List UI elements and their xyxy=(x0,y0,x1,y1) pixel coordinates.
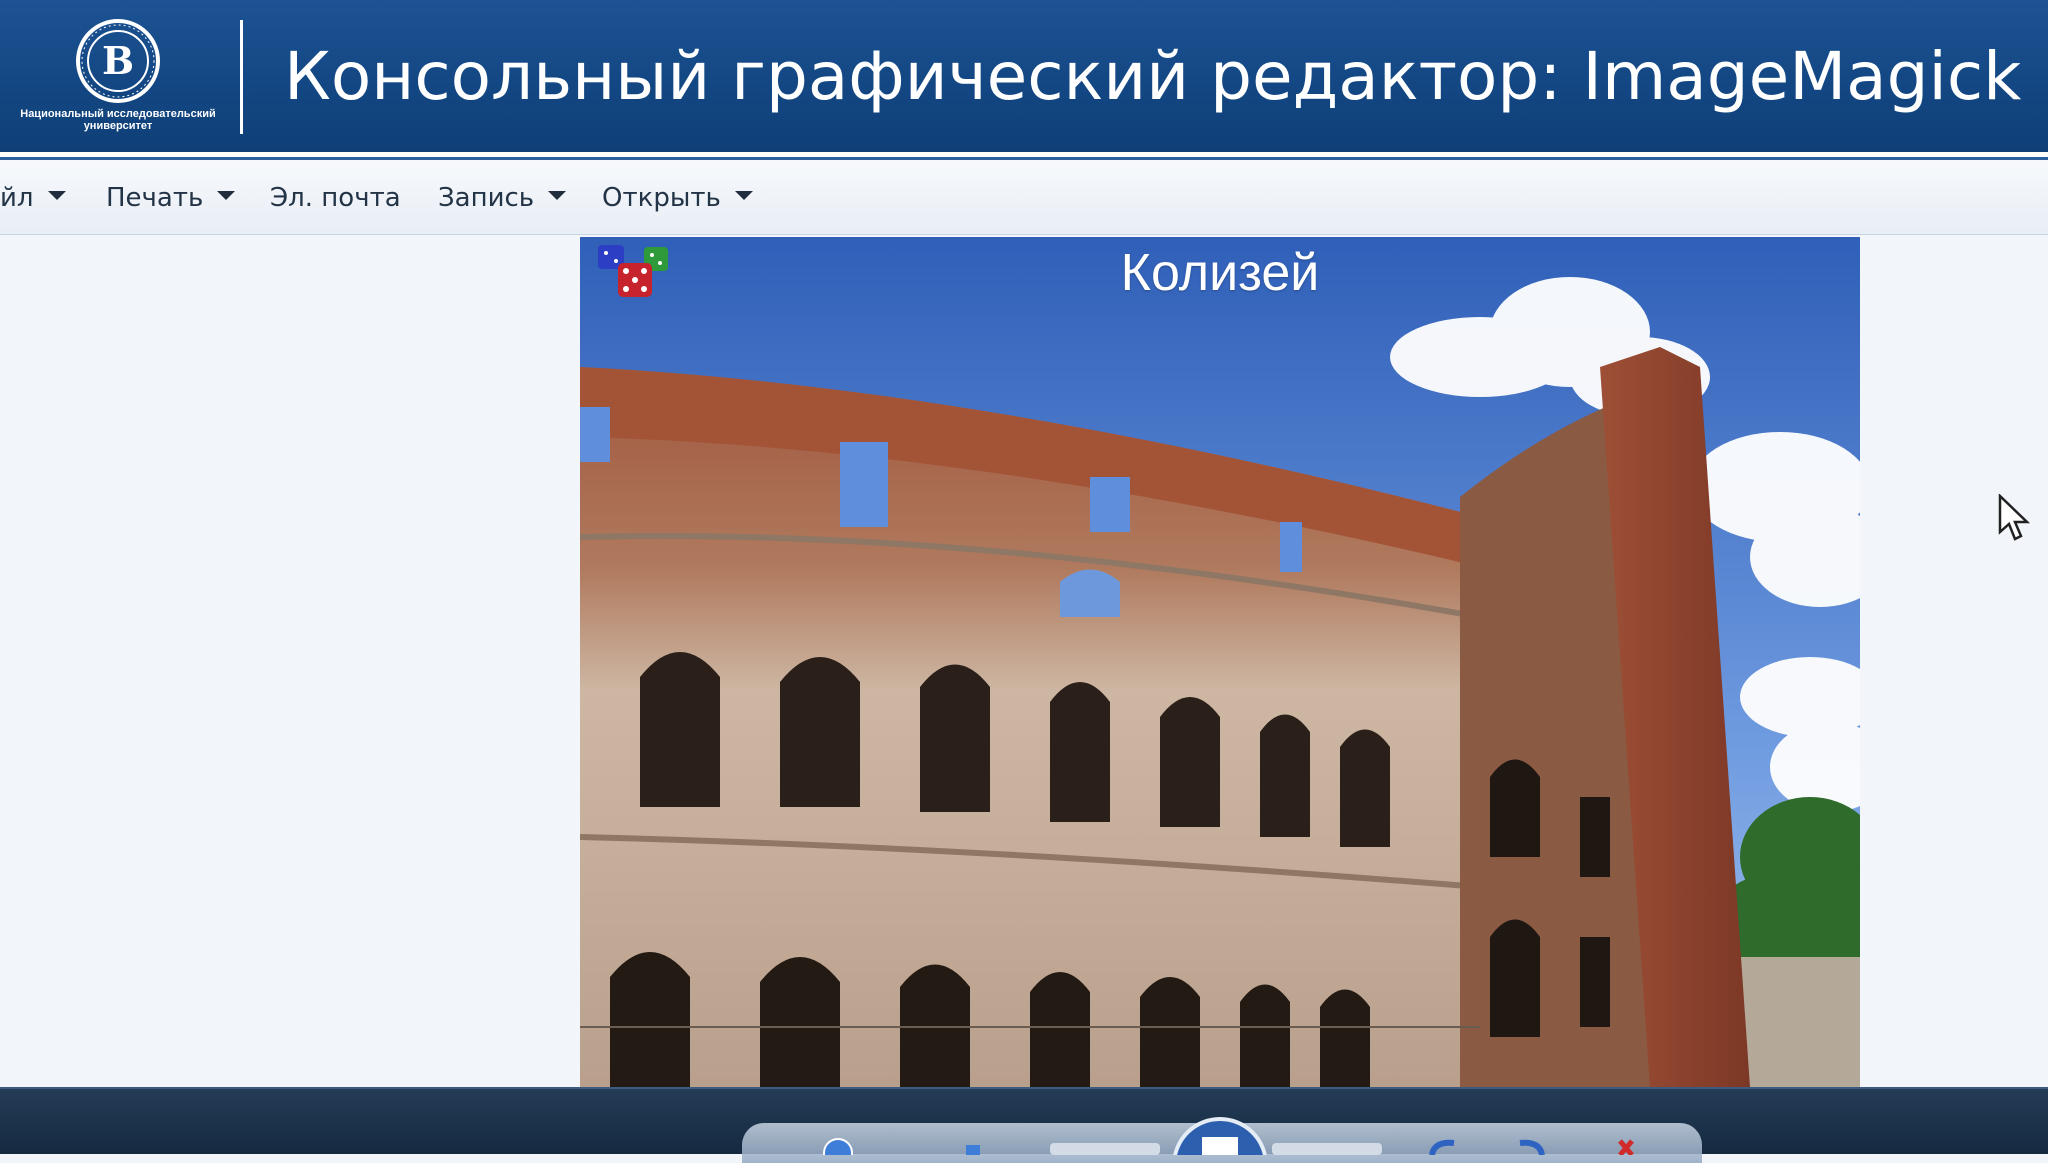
displayed-image[interactable]: Колизей xyxy=(580,237,1860,1087)
menu-print[interactable]: Печать xyxy=(106,180,236,216)
viewer-right-margin xyxy=(1860,235,2048,1087)
previous-icon[interactable] xyxy=(1050,1141,1160,1155)
menu-email[interactable]: Эл. почта xyxy=(270,180,401,216)
rotate-left-icon[interactable] xyxy=(1426,1135,1462,1155)
help-icon[interactable] xyxy=(820,1135,856,1155)
slideshow-icon[interactable] xyxy=(1172,1117,1268,1155)
logo-text-line2: университет xyxy=(83,120,153,132)
mouse-cursor-icon xyxy=(1998,494,2031,541)
menu-email-label: Эл. почта xyxy=(270,183,401,213)
menu-burn-label: Запись xyxy=(438,183,535,213)
viewer-playback-bar xyxy=(0,1087,2048,1163)
presentation-header: В Национальный исследовательский универс… xyxy=(0,0,2048,156)
colosseum-photo xyxy=(580,237,1860,1087)
menu-open[interactable]: Открыть xyxy=(602,180,753,216)
page-title: Консольный графический редактор: ImageMa… xyxy=(284,38,2022,115)
hse-emblem-icon: В xyxy=(76,19,160,103)
chevron-down-icon xyxy=(734,191,753,200)
chevron-down-icon xyxy=(47,191,66,200)
menu-file[interactable]: йл xyxy=(0,180,66,216)
svg-text:В: В xyxy=(102,38,134,83)
image-caption: Колизей xyxy=(1120,244,1320,302)
menu-print-label: Печать xyxy=(106,183,204,213)
viewer-left-margin xyxy=(0,235,580,1087)
menu-burn[interactable]: Запись xyxy=(438,180,567,216)
menu-file-label: йл xyxy=(0,183,34,213)
chevron-down-icon xyxy=(217,191,236,200)
delete-icon[interactable] xyxy=(1614,1135,1650,1155)
rotate-right-icon[interactable] xyxy=(1512,1135,1548,1155)
chevron-down-icon xyxy=(548,191,567,200)
dice-icon xyxy=(598,245,668,297)
viewer-toolbar: йл Печать Эл. почта Запись Открыть xyxy=(0,160,2048,235)
header-divider xyxy=(240,20,243,134)
logo-text-line1: Национальный исследовательский xyxy=(20,108,216,120)
next-icon[interactable] xyxy=(1272,1141,1382,1155)
info-icon[interactable] xyxy=(958,1141,988,1155)
menu-open-label: Открыть xyxy=(602,183,721,213)
university-logo: В Национальный исследовательский универс… xyxy=(18,18,218,138)
